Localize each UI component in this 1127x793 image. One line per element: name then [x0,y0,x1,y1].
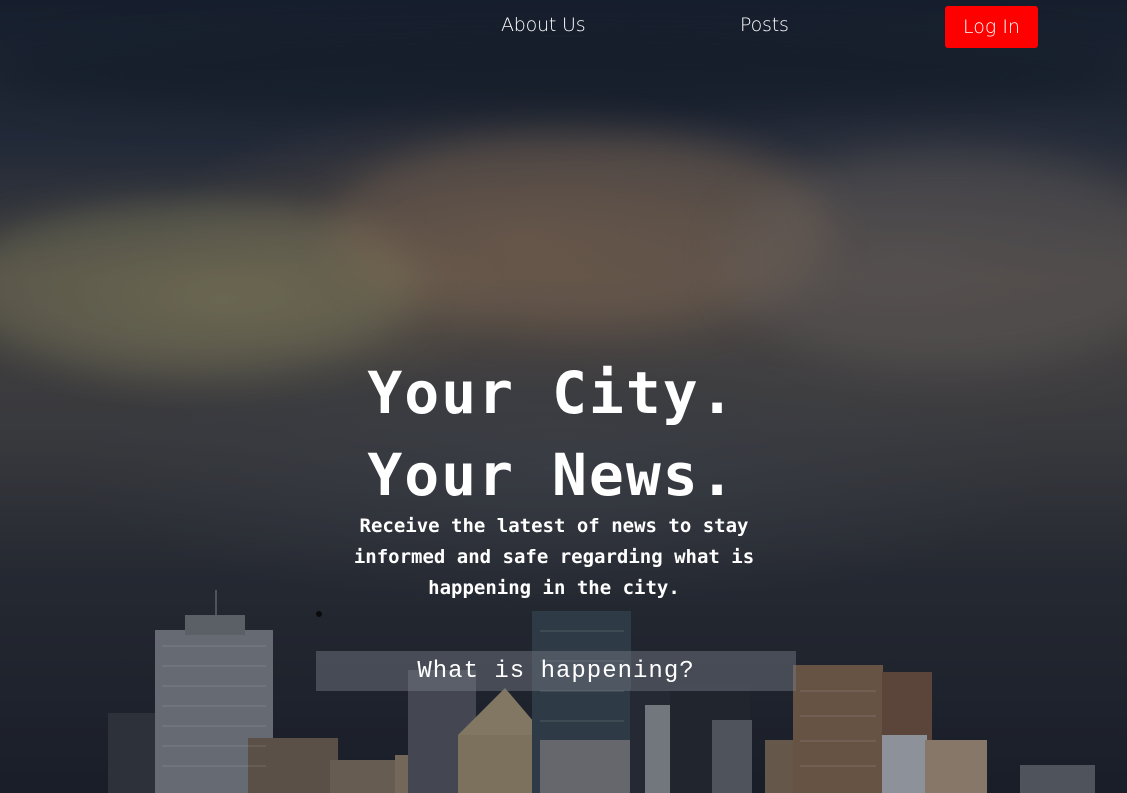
search-input[interactable] [316,651,796,691]
hero-subtext: Receive the latest of news to stay infor… [353,515,755,599]
bullet-dot [316,611,322,617]
hero-section: About Us Posts Log In Your City. Your Ne… [0,0,1127,793]
nav-link-about-us[interactable]: About Us [501,14,586,36]
headline-line-2: Your News. [367,441,737,509]
hero-headline: Your City. Your News. [0,352,1104,516]
top-navigation: About Us Posts Log In [0,0,1127,55]
headline-line-1: Your City. [367,359,737,427]
nav-link-posts[interactable]: Posts [740,14,789,36]
login-button[interactable]: Log In [945,6,1038,48]
